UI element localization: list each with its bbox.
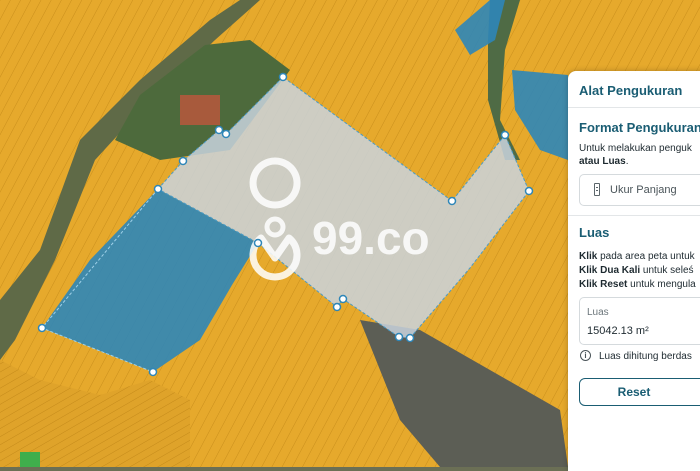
vertex-handle — [253, 238, 263, 248]
vertex-handle — [500, 130, 510, 140]
area-result-box: Luas 15042.13 m² — [579, 297, 700, 345]
vertex-handle — [148, 367, 158, 377]
format-description: Untuk melakukan penguk — [579, 143, 692, 154]
vertex-handle — [178, 156, 188, 166]
vertex-handle — [338, 294, 348, 304]
vertex-handle — [332, 302, 342, 312]
vertex-handle — [278, 72, 288, 82]
area-result-label: Luas — [587, 307, 609, 318]
vertex-handle — [394, 332, 404, 342]
measurement-panel: Alat Pengukuran Format Pengukuran Untuk … — [568, 71, 700, 471]
measurement-format-dropdown[interactable]: Ukur Panjang — [579, 174, 700, 206]
instruction-click: Klik pada area peta untuk — [579, 251, 695, 262]
vertex-handle — [37, 323, 47, 333]
reset-button[interactable]: Reset — [579, 378, 700, 406]
dropdown-selected-value: Ukur Panjang — [610, 184, 677, 196]
watermark-text: 99.co — [312, 212, 430, 264]
vertex-handle — [447, 196, 457, 206]
panel-title: Alat Pengukuran — [579, 83, 683, 98]
info-note: Luas dihitung berdas — [599, 351, 692, 362]
vertex-handle — [221, 129, 231, 139]
divider — [568, 107, 700, 108]
area-result-value: 15042.13 m² — [587, 325, 649, 337]
vertex-handle — [405, 333, 415, 343]
vertex-handle — [524, 186, 534, 196]
format-heading: Format Pengukuran — [579, 120, 700, 135]
area-heading: Luas — [579, 225, 610, 240]
ruler-icon — [594, 183, 600, 196]
format-description-line2: atau Luas. — [579, 156, 629, 167]
instruction-reset: Klik Reset untuk mengula — [579, 279, 696, 290]
house-roof — [180, 95, 220, 125]
info-icon: i — [580, 350, 591, 361]
vertex-handle — [214, 125, 224, 135]
vertex-handle — [153, 184, 163, 194]
green-parcel — [20, 452, 40, 467]
divider — [568, 215, 700, 216]
instruction-double-click: Klik Dua Kali untuk seleś — [579, 265, 694, 276]
